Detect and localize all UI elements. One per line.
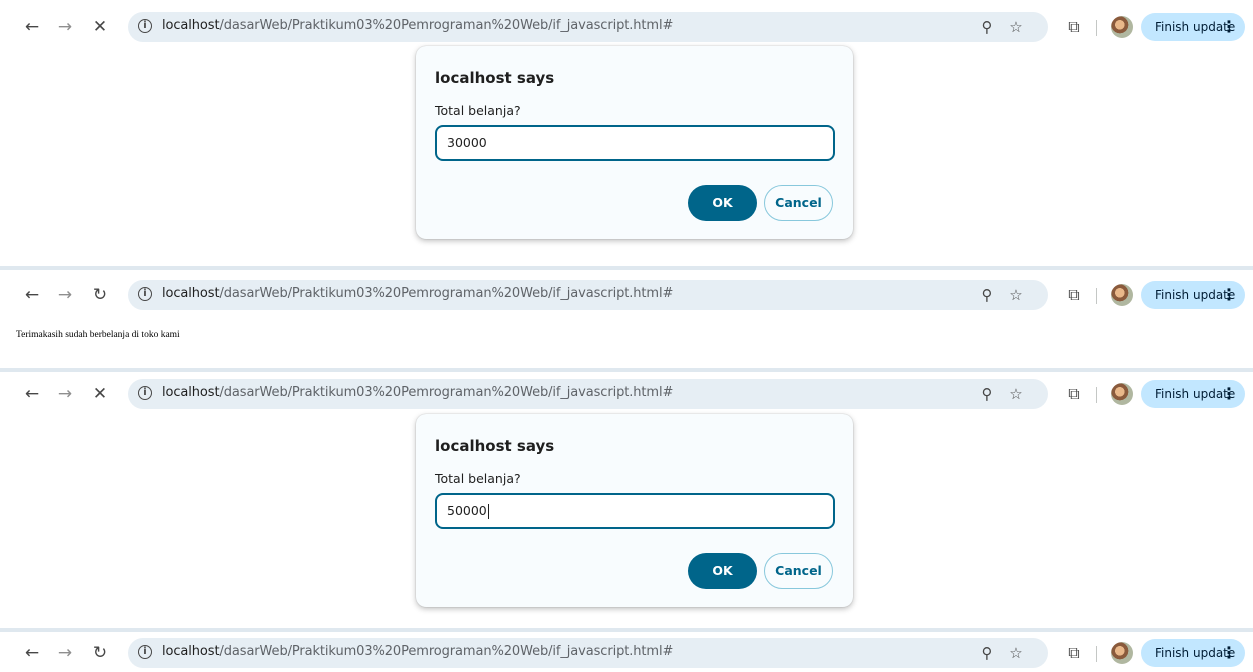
page-message: Terimakasih sudah berbelanja di toko kam… bbox=[16, 330, 180, 340]
dialog-message: Total belanja? bbox=[435, 471, 521, 486]
dialog-title: localhost says bbox=[435, 69, 555, 87]
dialog-message: Total belanja? bbox=[435, 103, 521, 118]
browser-toolbar: ← → ↻ i localhost/dasarWeb/Praktikum03%2… bbox=[0, 276, 1253, 314]
back-arrow-icon[interactable]: ← bbox=[20, 283, 44, 307]
tab-strip-edge bbox=[0, 266, 1253, 270]
info-icon[interactable]: i bbox=[138, 386, 152, 400]
address-bar[interactable]: i localhost/dasarWeb/Praktikum03%20Pemro… bbox=[128, 379, 1048, 409]
finish-update-button[interactable]: Finish update ⋮ bbox=[1141, 380, 1245, 408]
prompt-input[interactable]: 50000 bbox=[435, 493, 835, 529]
toolbar-divider bbox=[1096, 387, 1097, 403]
forward-arrow-icon[interactable]: → bbox=[53, 641, 77, 665]
browser-toolbar: ← → ↻ i localhost/dasarWeb/Praktikum03%2… bbox=[0, 634, 1253, 672]
browser-toolbar: ← → ✕ i localhost/dasarWeb/Praktikum03%2… bbox=[0, 8, 1253, 46]
puzzle-icon[interactable]: ⧉ bbox=[1062, 382, 1086, 406]
more-vert-icon[interactable]: ⋮ bbox=[1221, 380, 1237, 408]
prompt-input[interactable]: 30000 bbox=[435, 125, 835, 161]
text-caret bbox=[487, 504, 489, 519]
forward-arrow-icon[interactable]: → bbox=[53, 382, 77, 406]
star-icon[interactable]: ☆ bbox=[1005, 16, 1027, 38]
zoom-icon[interactable]: ⚲ bbox=[976, 383, 998, 405]
ok-button[interactable]: OK bbox=[688, 185, 757, 221]
prompt-dialog: localhost says Total belanja? 30000 OK C… bbox=[416, 46, 853, 239]
info-icon[interactable]: i bbox=[138, 19, 152, 33]
more-vert-icon[interactable]: ⋮ bbox=[1221, 639, 1237, 667]
close-icon[interactable]: ✕ bbox=[88, 15, 112, 39]
toolbar-divider bbox=[1096, 646, 1097, 662]
browser-toolbar: ← → ✕ i localhost/dasarWeb/Praktikum03%2… bbox=[0, 375, 1253, 413]
address-bar[interactable]: i localhost/dasarWeb/Praktikum03%20Pemro… bbox=[128, 12, 1048, 42]
reload-icon[interactable]: ↻ bbox=[88, 641, 112, 665]
tab-strip-edge bbox=[0, 368, 1253, 372]
more-vert-icon[interactable]: ⋮ bbox=[1221, 13, 1237, 41]
zoom-icon[interactable]: ⚲ bbox=[976, 284, 998, 306]
reload-icon[interactable]: ↻ bbox=[88, 283, 112, 307]
back-arrow-icon[interactable]: ← bbox=[20, 382, 44, 406]
forward-arrow-icon[interactable]: → bbox=[53, 283, 77, 307]
info-icon[interactable]: i bbox=[138, 645, 152, 659]
avatar[interactable] bbox=[1111, 284, 1133, 306]
finish-update-button[interactable]: Finish update ⋮ bbox=[1141, 281, 1245, 309]
avatar[interactable] bbox=[1111, 642, 1133, 664]
address-bar[interactable]: i localhost/dasarWeb/Praktikum03%20Pemro… bbox=[128, 280, 1048, 310]
url-text[interactable]: localhost/dasarWeb/Praktikum03%20Pemrogr… bbox=[162, 385, 673, 400]
back-arrow-icon[interactable]: ← bbox=[20, 15, 44, 39]
address-bar[interactable]: i localhost/dasarWeb/Praktikum03%20Pemro… bbox=[128, 638, 1048, 668]
puzzle-icon[interactable]: ⧉ bbox=[1062, 283, 1086, 307]
zoom-icon[interactable]: ⚲ bbox=[976, 16, 998, 38]
avatar[interactable] bbox=[1111, 16, 1133, 38]
tab-strip-edge bbox=[0, 628, 1253, 632]
cancel-button[interactable]: Cancel bbox=[764, 185, 833, 221]
puzzle-icon[interactable]: ⧉ bbox=[1062, 15, 1086, 39]
prompt-dialog: localhost says Total belanja? 50000 OK C… bbox=[416, 414, 853, 607]
avatar[interactable] bbox=[1111, 383, 1133, 405]
zoom-icon[interactable]: ⚲ bbox=[976, 642, 998, 664]
cancel-button[interactable]: Cancel bbox=[764, 553, 833, 589]
star-icon[interactable]: ☆ bbox=[1005, 642, 1027, 664]
ok-button[interactable]: OK bbox=[688, 553, 757, 589]
forward-arrow-icon[interactable]: → bbox=[53, 15, 77, 39]
url-text[interactable]: localhost/dasarWeb/Praktikum03%20Pemrogr… bbox=[162, 18, 673, 33]
close-icon[interactable]: ✕ bbox=[88, 382, 112, 406]
more-vert-icon[interactable]: ⋮ bbox=[1221, 281, 1237, 309]
toolbar-divider bbox=[1096, 288, 1097, 304]
info-icon[interactable]: i bbox=[138, 287, 152, 301]
star-icon[interactable]: ☆ bbox=[1005, 383, 1027, 405]
finish-update-button[interactable]: Finish update ⋮ bbox=[1141, 639, 1245, 667]
puzzle-icon[interactable]: ⧉ bbox=[1062, 641, 1086, 665]
finish-update-button[interactable]: Finish update ⋮ bbox=[1141, 13, 1245, 41]
back-arrow-icon[interactable]: ← bbox=[20, 641, 44, 665]
dialog-title: localhost says bbox=[435, 437, 555, 455]
toolbar-divider bbox=[1096, 20, 1097, 36]
star-icon[interactable]: ☆ bbox=[1005, 284, 1027, 306]
url-text[interactable]: localhost/dasarWeb/Praktikum03%20Pemrogr… bbox=[162, 644, 673, 659]
url-text[interactable]: localhost/dasarWeb/Praktikum03%20Pemrogr… bbox=[162, 286, 673, 301]
